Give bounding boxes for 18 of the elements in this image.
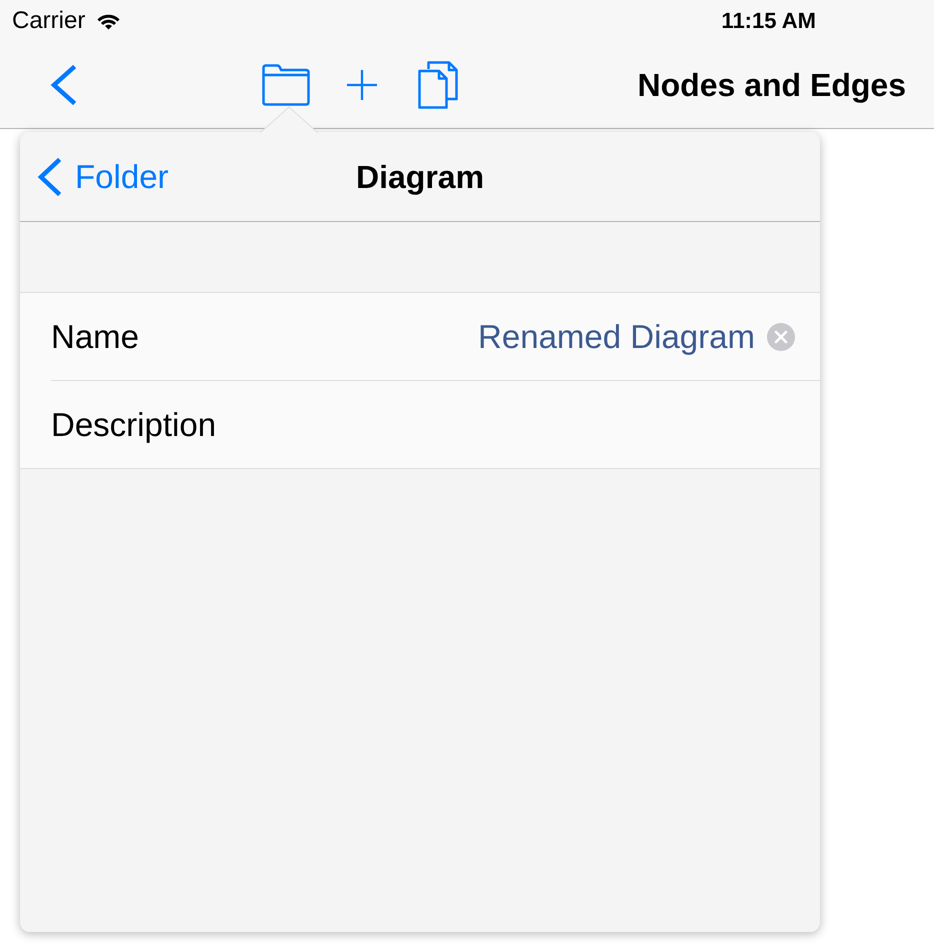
back-chevron-icon [37, 158, 61, 196]
folder-button[interactable] [262, 64, 310, 106]
status-time: 11:15 AM [721, 10, 816, 32]
field-label: Name [51, 320, 140, 353]
documents-button[interactable] [418, 61, 458, 109]
folder-icon [262, 64, 310, 106]
documents-icon [418, 61, 458, 109]
carrier-label: Carrier [12, 9, 86, 33]
name-field[interactable]: Renamed Diagram [435, 316, 755, 358]
row-label[interactable]: Description [51, 408, 216, 441]
back-button[interactable] [50, 65, 76, 105]
folder-back-button[interactable]: Folder [37, 158, 169, 196]
add-button[interactable] [347, 70, 377, 100]
popover-title: Diagram [356, 160, 484, 192]
screen-title: Nodes and Edges [638, 69, 906, 101]
back-chevron-icon [50, 65, 76, 105]
plus-icon [347, 70, 377, 100]
wifi-icon [96, 12, 122, 30]
